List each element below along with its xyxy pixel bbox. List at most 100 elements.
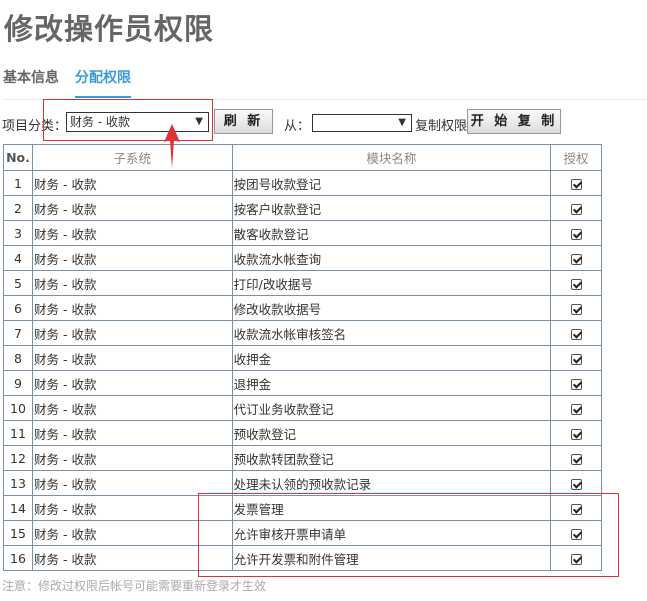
row-module: 收押金 [231,345,552,371]
row-subsystem: 财务 - 收款 [31,245,233,271]
row-no: 9 [3,370,33,396]
row-no: 1 [3,170,33,196]
row-no: 5 [3,270,33,296]
annotation-arrow-icon [164,124,180,168]
header-no: No. [3,144,33,171]
row-subsystem: 财务 - 收款 [31,195,233,221]
page-title: 修改操作员权限 [4,12,215,46]
row-subsystem: 财务 - 收款 [31,420,233,446]
row-module: 代订业务收款登记 [231,395,552,421]
row-auth-cell [550,195,602,221]
row-auth-cell [550,470,602,496]
row-no: 2 [3,195,33,221]
auth-checkbox[interactable] [570,278,582,290]
row-subsystem: 财务 - 收款 [31,470,233,496]
row-auth-cell [550,320,602,346]
row-auth-cell [550,170,602,196]
dropdown-arrow-icon: ▼ [398,117,406,128]
row-subsystem: 财务 - 收款 [31,295,233,321]
row-module: 收款流水帐审核签名 [231,320,552,346]
row-subsystem: 财务 - 收款 [31,445,233,471]
auth-checkbox[interactable] [570,353,582,365]
from-label: 从： [284,119,311,134]
row-subsystem: 财务 - 收款 [31,320,233,346]
table-row: 11 财务 - 收款 预收款登记 [3,420,602,446]
table-row: 2 财务 - 收款 按客户收款登记 [3,195,602,221]
start-copy-button[interactable]: 开 始 复 制 [467,109,561,134]
row-auth-cell [550,295,602,321]
row-auth-cell [550,445,602,471]
row-no: 13 [3,470,33,496]
table-row: 4 财务 - 收款 收款流水帐查询 [3,245,602,271]
row-module: 预收款登记 [231,420,552,446]
table-header-row: No. 子系统 模块名称 授权 [3,144,602,171]
row-module: 收款流水帐查询 [231,245,552,271]
auth-checkbox[interactable] [570,328,582,340]
annotation-highlight-box [43,99,213,141]
row-auth-cell [550,420,602,446]
annotation-highlight-box [198,493,619,577]
auth-checkbox[interactable] [570,403,582,415]
row-subsystem: 财务 - 收款 [31,345,233,371]
note-text: 注意：修改过权限后帐号可能需要重新登录才生效 [2,579,267,593]
table-row: 5 财务 - 收款 打印/改收据号 [3,270,602,296]
auth-checkbox[interactable] [570,428,582,440]
auth-checkbox[interactable] [570,253,582,265]
table-row: 9 财务 - 收款 退押金 [3,370,602,396]
auth-checkbox[interactable] [570,453,582,465]
refresh-button[interactable]: 刷 新 [214,109,273,134]
row-no: 6 [3,295,33,321]
row-auth-cell [550,345,602,371]
tab-basic-info[interactable]: 基本信息 [3,67,59,87]
row-module: 修改收款收据号 [231,295,552,321]
table-row: 8 财务 - 收款 收押金 [3,345,602,371]
row-subsystem: 财务 - 收款 [31,220,233,246]
table-row: 3 财务 - 收款 散客收款登记 [3,220,602,246]
row-no: 11 [3,420,33,446]
header-module: 模块名称 [231,144,552,171]
table-row: 13 财务 - 收款 处理未认领的预收款记录 [3,470,602,496]
row-module: 打印/改收据号 [231,270,552,296]
row-auth-cell [550,220,602,246]
row-subsystem: 财务 - 收款 [31,270,233,296]
row-auth-cell [550,395,602,421]
row-auth-cell [550,245,602,271]
row-auth-cell [550,270,602,296]
row-subsystem: 财务 - 收款 [31,370,233,396]
row-module: 退押金 [231,370,552,396]
table-row: 1 财务 - 收款 按团号收款登记 [3,170,602,196]
row-subsystem: 财务 - 收款 [31,170,233,196]
auth-checkbox[interactable] [570,378,582,390]
row-no: 8 [3,345,33,371]
row-no: 4 [3,245,33,271]
row-no: 12 [3,445,33,471]
row-no: 7 [3,320,33,346]
row-no: 3 [3,220,33,246]
row-module: 预收款转团款登记 [231,445,552,471]
copy-permissions-label: 复制权限 [415,119,468,134]
row-no: 10 [3,395,33,421]
auth-checkbox[interactable] [570,203,582,215]
row-auth-cell [550,370,602,396]
row-no: 15 [3,520,33,546]
auth-checkbox[interactable] [570,228,582,240]
row-no: 16 [3,545,33,571]
row-module: 按客户收款登记 [231,195,552,221]
row-module: 散客收款登记 [231,220,552,246]
table-row: 10 财务 - 收款 代订业务收款登记 [3,395,602,421]
tab-assign-permissions[interactable]: 分配权限 [75,67,131,98]
row-subsystem: 财务 - 收款 [31,395,233,421]
auth-checkbox[interactable] [570,478,582,490]
tab-bar: 基本信息 分配权限 [3,64,647,100]
table-row: 12 财务 - 收款 预收款转团款登记 [3,445,602,471]
row-module: 处理未认领的预收款记录 [231,470,552,496]
row-no: 14 [3,495,33,521]
header-subsystem: 子系统 [31,144,233,171]
table-row: 6 财务 - 收款 修改收款收据号 [3,295,602,321]
auth-checkbox[interactable] [570,303,582,315]
row-module: 按团号收款登记 [231,170,552,196]
copy-source-select[interactable]: ▼ [312,114,412,132]
table-row: 7 财务 - 收款 收款流水帐审核签名 [3,320,602,346]
auth-checkbox[interactable] [570,178,582,190]
header-auth: 授权 [550,144,602,171]
